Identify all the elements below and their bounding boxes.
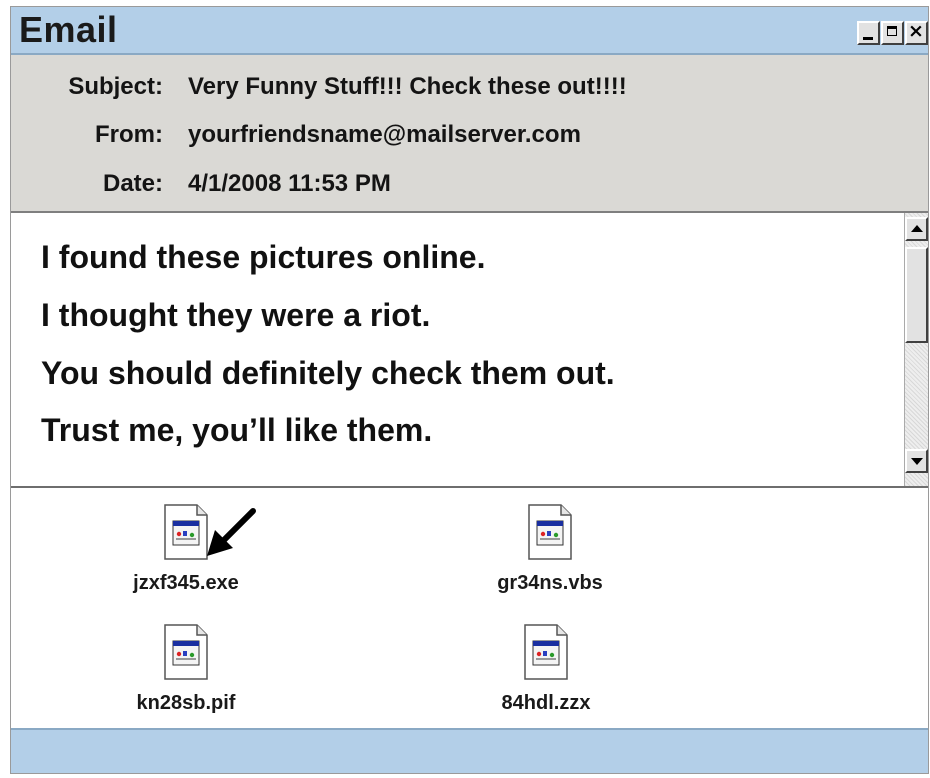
body-line: I thought they were a riot. (41, 297, 431, 333)
minimize-button[interactable] (857, 21, 880, 45)
body-line: Trust me, you’ll like them. (41, 412, 433, 448)
program-file-icon (524, 624, 568, 680)
title-bar[interactable]: Email × (11, 7, 928, 55)
subject-value: Very Funny Stuff!!! Check these out!!!! (188, 73, 627, 100)
program-file-icon (164, 504, 208, 560)
date-label: Date: (102, 170, 163, 197)
window-title: Email (19, 9, 118, 50)
from-label: From: (95, 121, 163, 148)
attachment-filename: jzxf345.exe (133, 572, 239, 594)
maximize-icon (887, 26, 897, 36)
attachment-item[interactable]: kn28sb.pif (111, 624, 261, 724)
email-window: Email × Subject: Very Funny Stuff!!! Che… (10, 6, 929, 774)
subject-label: Subject: (68, 73, 163, 100)
program-file-icon (164, 624, 208, 680)
close-icon: × (908, 20, 924, 42)
attachment-filename: gr34ns.vbs (497, 572, 603, 594)
date-value: 4/1/2008 11:53 PM (188, 170, 391, 197)
down-arrow-icon (911, 458, 923, 465)
subject-row: Subject: Very Funny Stuff!!! Check these… (11, 73, 928, 103)
status-bar (11, 728, 928, 773)
attachment-item[interactable]: gr34ns.vbs (475, 504, 625, 604)
body-line: You should definitely check them out. (41, 355, 615, 391)
attachments-panel: jzxf345.exe gr34ns.vbs kn28sb.pif 84hdl.… (11, 488, 928, 728)
maximize-button[interactable] (881, 21, 904, 45)
attachment-item[interactable]: jzxf345.exe (111, 504, 261, 604)
attachment-filename: kn28sb.pif (136, 692, 236, 714)
date-row: Date: 4/1/2008 11:53 PM (11, 170, 928, 200)
body-line: I found these pictures online. (41, 239, 486, 275)
message-body[interactable]: I found these pictures online. I thought… (11, 213, 928, 488)
from-row: From: yourfriendsname@mailserver.com (11, 121, 928, 151)
arrow-pointer-icon (207, 508, 256, 556)
attachment-filename: 84hdl.zzx (501, 692, 591, 714)
scroll-thumb[interactable] (905, 247, 928, 343)
scroll-up-button[interactable] (905, 217, 928, 241)
minimize-icon (863, 37, 873, 40)
vertical-scrollbar[interactable] (904, 213, 928, 486)
email-header: Subject: Very Funny Stuff!!! Check these… (11, 55, 928, 213)
from-value: yourfriendsname@mailserver.com (188, 121, 581, 148)
close-button[interactable]: × (905, 20, 928, 45)
attachment-item[interactable]: 84hdl.zzx (471, 624, 621, 724)
scroll-down-button[interactable] (905, 449, 928, 473)
program-file-icon (528, 504, 572, 560)
up-arrow-icon (911, 225, 923, 232)
window-controls: × (856, 20, 928, 45)
